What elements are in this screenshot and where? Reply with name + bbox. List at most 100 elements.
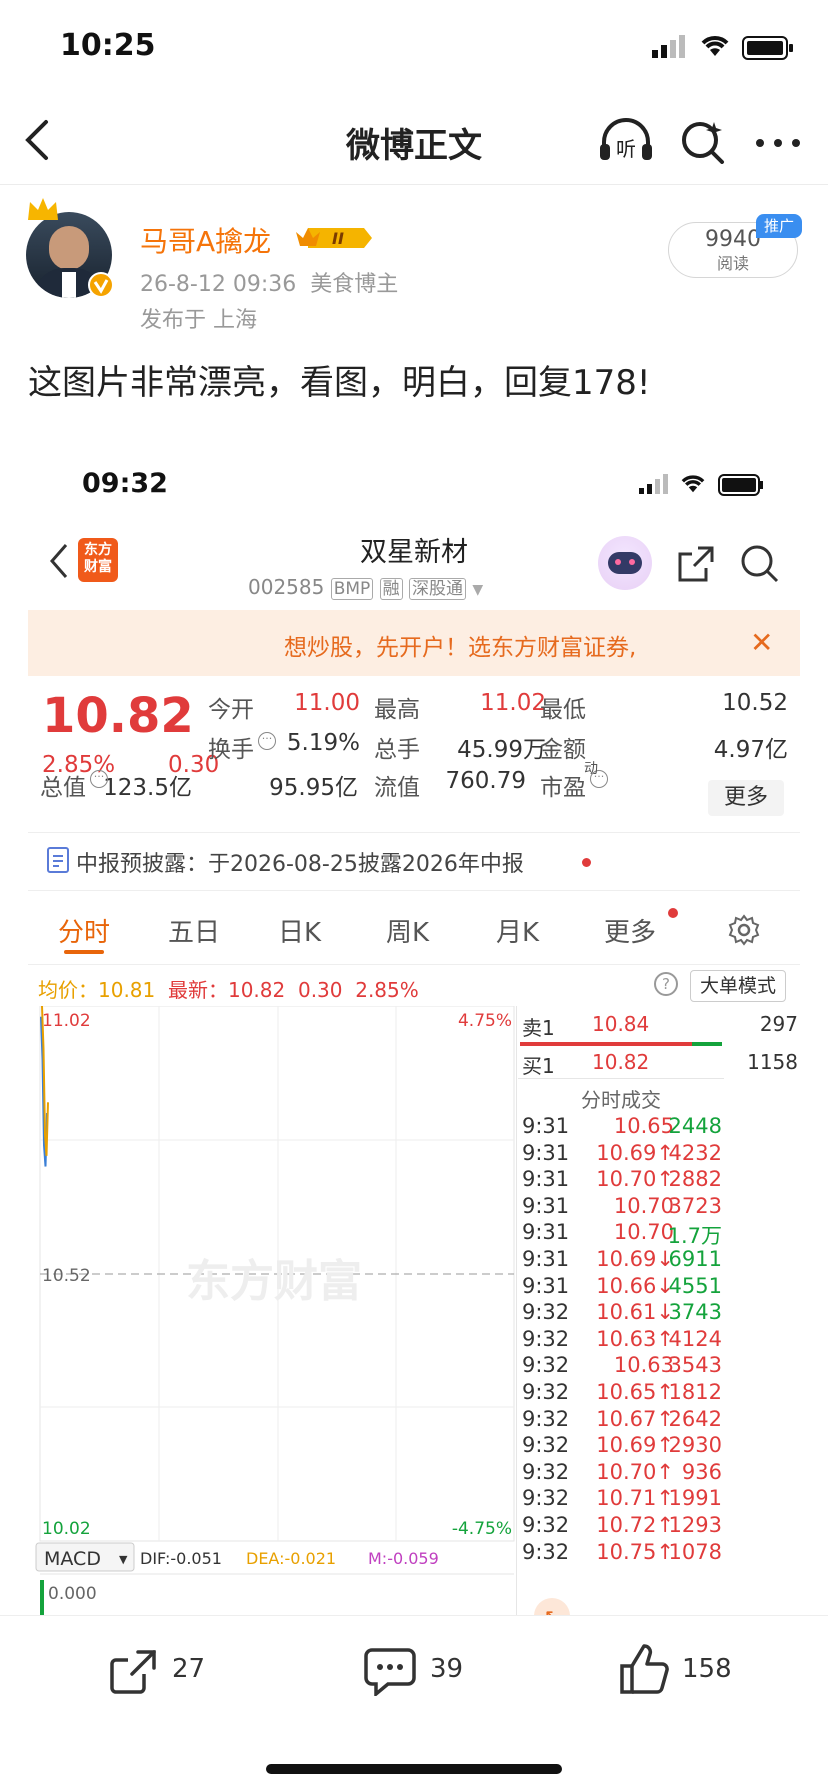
like-icon[interactable] — [618, 1642, 670, 1700]
stat-value: 5.19% — [286, 730, 360, 756]
svg-text:听: 听 — [616, 137, 636, 161]
nav-divider — [0, 184, 828, 185]
y-bottom-right: -4.75% — [452, 1519, 512, 1539]
info-icon[interactable]: ··· — [90, 770, 108, 788]
trade-time: 9:32 — [522, 1406, 570, 1431]
trade-time: 9:31 — [522, 1273, 570, 1298]
comment-icon[interactable] — [364, 1646, 416, 1700]
stat-value: 95.95亿 — [269, 775, 358, 801]
author-name[interactable]: 马哥A擒龙 — [140, 220, 271, 260]
embedded-screenshot[interactable]: 09:32 东方 财富 双星新材 002585 BMP 融 深股通 ▼ 想炒股，… — [28, 440, 800, 1615]
order-book-panel: 卖1 10.84 297 买1 10.82 1158 分时成交 9:31 10.6… — [518, 1006, 800, 1615]
author-role: 美食博主 — [310, 272, 399, 297]
tag-shenzhen-connect: 深股通 — [409, 578, 467, 600]
more-icon[interactable] — [754, 134, 802, 153]
panel-divider — [516, 1006, 517, 1615]
trade-row: 9:32 10.75↑ 1078 — [518, 1540, 724, 1570]
shot-battery-icon — [718, 474, 764, 500]
trade-row: 9:32 10.63↑ 4124 — [518, 1327, 724, 1357]
settings-gear-icon[interactable] — [728, 914, 760, 950]
trade-time: 9:31 — [522, 1167, 570, 1192]
listen-icon[interactable]: 听 — [598, 118, 654, 168]
shot-signal-icon — [638, 474, 672, 498]
close-icon[interactable]: ✕ — [750, 626, 773, 659]
shot-search-icon[interactable] — [740, 544, 780, 588]
report-notice[interactable]: 中报预披露：于2026-08-25披露2026年中报 — [76, 846, 524, 878]
trade-time: 9:32 — [522, 1326, 570, 1351]
y-top-right: 4.75% — [458, 1011, 512, 1031]
tab-weekly-k[interactable]: 周K — [386, 912, 429, 949]
latest-percent: 2.85% — [355, 978, 419, 1002]
trade-time: 9:32 — [522, 1539, 570, 1564]
tab-five-day[interactable]: 五日 — [168, 912, 220, 949]
divider — [28, 832, 800, 833]
page: { "status_bar": { "time": "10:25" }, "na… — [0, 0, 828, 1792]
trade-row: 9:31 10.70 1.7万 — [518, 1220, 724, 1250]
latest-label: 最新： — [167, 978, 228, 1002]
trade-time: 9:32 — [522, 1459, 570, 1484]
shot-status-time: 09:32 — [82, 468, 168, 499]
trade-time: 9:32 — [522, 1380, 570, 1404]
current-price: 10.82 — [42, 688, 194, 744]
sell-buy-ratio-green — [692, 1042, 722, 1046]
post-location: 发布于 上海 — [140, 308, 257, 333]
robot-assistant-icon[interactable] — [598, 536, 652, 590]
intraday-chart[interactable]: 东方财富 11.02 10.52 10.02 4.75% -4.75% MACD… — [34, 1006, 518, 1615]
latest-value: 10.82 — [227, 978, 286, 1002]
stat-value: 123.5亿 — [103, 775, 192, 801]
search-icon[interactable] — [680, 118, 726, 168]
divider — [518, 1078, 724, 1079]
trade-volume: 1.7万 — [667, 1224, 722, 1249]
more-button[interactable]: 更多 — [708, 780, 784, 816]
crown-icon — [26, 196, 60, 228]
promo-banner[interactable]: 想炒股，先开户！选东方财富证券, ✕ — [28, 610, 800, 676]
battery-icon — [742, 36, 794, 64]
chart-tabs: 分时 五日 日K 周K 月K 更多 — [28, 912, 800, 952]
trade-row: 9:31 10.70 3723 — [518, 1194, 724, 1224]
signal-icon — [650, 34, 690, 62]
home-indicator[interactable] — [266, 1764, 562, 1774]
active-tab-indicator — [64, 950, 104, 954]
trade-volume: 1293 — [668, 1513, 722, 1537]
help-icon[interactable]: ? — [654, 972, 678, 996]
share-icon[interactable] — [676, 544, 716, 588]
macd-label: MACD — [44, 1548, 101, 1570]
trade-volume: 3743 — [668, 1300, 722, 1325]
trades-list[interactable]: 9:31 10.65 2448 9:31 10.69↑ 4232 9:31 10.70↑ 288… — [518, 1114, 724, 1614]
tab-monthly-k[interactable]: 月K — [496, 912, 539, 949]
trade-volume: 3543 — [668, 1353, 722, 1378]
trade-volume: 1991 — [668, 1486, 722, 1511]
y-bottom-left: 10.02 — [42, 1519, 91, 1539]
tab-more[interactable]: 更多 — [604, 912, 656, 949]
trade-row: 9:31 10.69↑ 4232 — [518, 1141, 724, 1171]
tag-margin: 融 — [379, 578, 403, 600]
trade-volume: 4124 — [668, 1326, 722, 1351]
buy1-label: 买1 — [522, 1054, 555, 1078]
trade-row: 9:32 10.67↑ 2642 — [518, 1407, 724, 1437]
stock-code-line: 002585 BMP 融 深股通 ▼ — [248, 574, 483, 600]
info-icon[interactable]: ··· — [258, 732, 276, 750]
macd-bar — [40, 1580, 44, 1615]
trade-volume: 2448 — [668, 1114, 722, 1138]
pe-dynamic-label: 动 — [584, 761, 598, 777]
trade-time: 9:32 — [522, 1300, 570, 1325]
repost-count[interactable]: 27 — [172, 1654, 205, 1684]
sell1-volume: 297 — [759, 1012, 798, 1036]
macd-axis-value: 0.000 — [48, 1584, 97, 1604]
like-count[interactable]: 158 — [682, 1654, 732, 1684]
shot-wifi-icon — [678, 472, 708, 498]
trade-volume: 6911 — [668, 1247, 722, 1271]
big-order-mode-button[interactable]: 大单模式 — [690, 970, 786, 1002]
trade-time: 9:31 — [522, 1140, 570, 1165]
tab-daily-k[interactable]: 日K — [278, 912, 321, 949]
latest-change: 0.30 — [297, 978, 343, 1002]
trade-volume: 4232 — [668, 1140, 722, 1165]
comment-count[interactable]: 39 — [430, 1654, 463, 1684]
tab-intraday[interactable]: 分时 — [58, 912, 110, 949]
trade-time: 9:31 — [522, 1193, 570, 1218]
stat-value: 760.79 — [445, 768, 526, 794]
repost-icon[interactable] — [108, 1648, 158, 1698]
banner-text: 想炒股，先开户！选东方财富证券, — [284, 635, 637, 661]
dropdown-icon[interactable]: ▼ — [472, 582, 483, 598]
post-datetime: 26-8-12 09:36 — [140, 272, 297, 297]
